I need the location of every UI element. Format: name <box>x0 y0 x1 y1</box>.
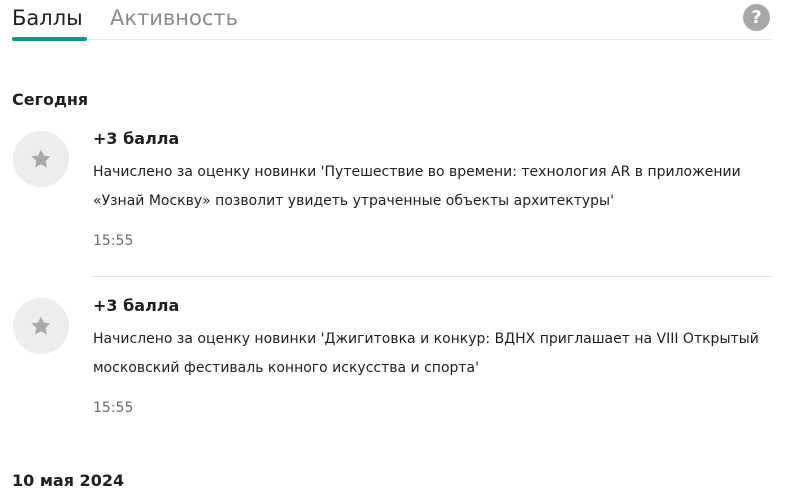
entry-divider <box>93 276 771 277</box>
entry-time: 15:55 <box>93 233 134 249</box>
entry-time: 15:55 <box>93 400 134 416</box>
section-date-past: 10 мая 2024 <box>12 471 125 490</box>
tab-activity[interactable]: Активность <box>110 4 238 32</box>
entry-icon <box>13 131 69 187</box>
star-icon <box>31 316 51 335</box>
entry-description: Начислено за оценку новинки 'Путешествие… <box>93 164 741 209</box>
entry-icon <box>13 298 69 354</box>
section-date-today: Сегодня <box>12 90 89 109</box>
tabs-divider <box>12 39 771 40</box>
star-icon <box>31 149 51 168</box>
points-label: +3 балла <box>93 296 180 315</box>
entry-description: Начислено за оценку новинки 'Джигитовка … <box>93 331 759 376</box>
tab-points[interactable]: Баллы <box>12 4 83 32</box>
active-tab-indicator <box>12 37 87 41</box>
points-label: +3 балла <box>93 129 180 148</box>
help-icon[interactable]: ? <box>743 4 770 31</box>
tabs-bar: Баллы Активность ? <box>0 0 787 41</box>
